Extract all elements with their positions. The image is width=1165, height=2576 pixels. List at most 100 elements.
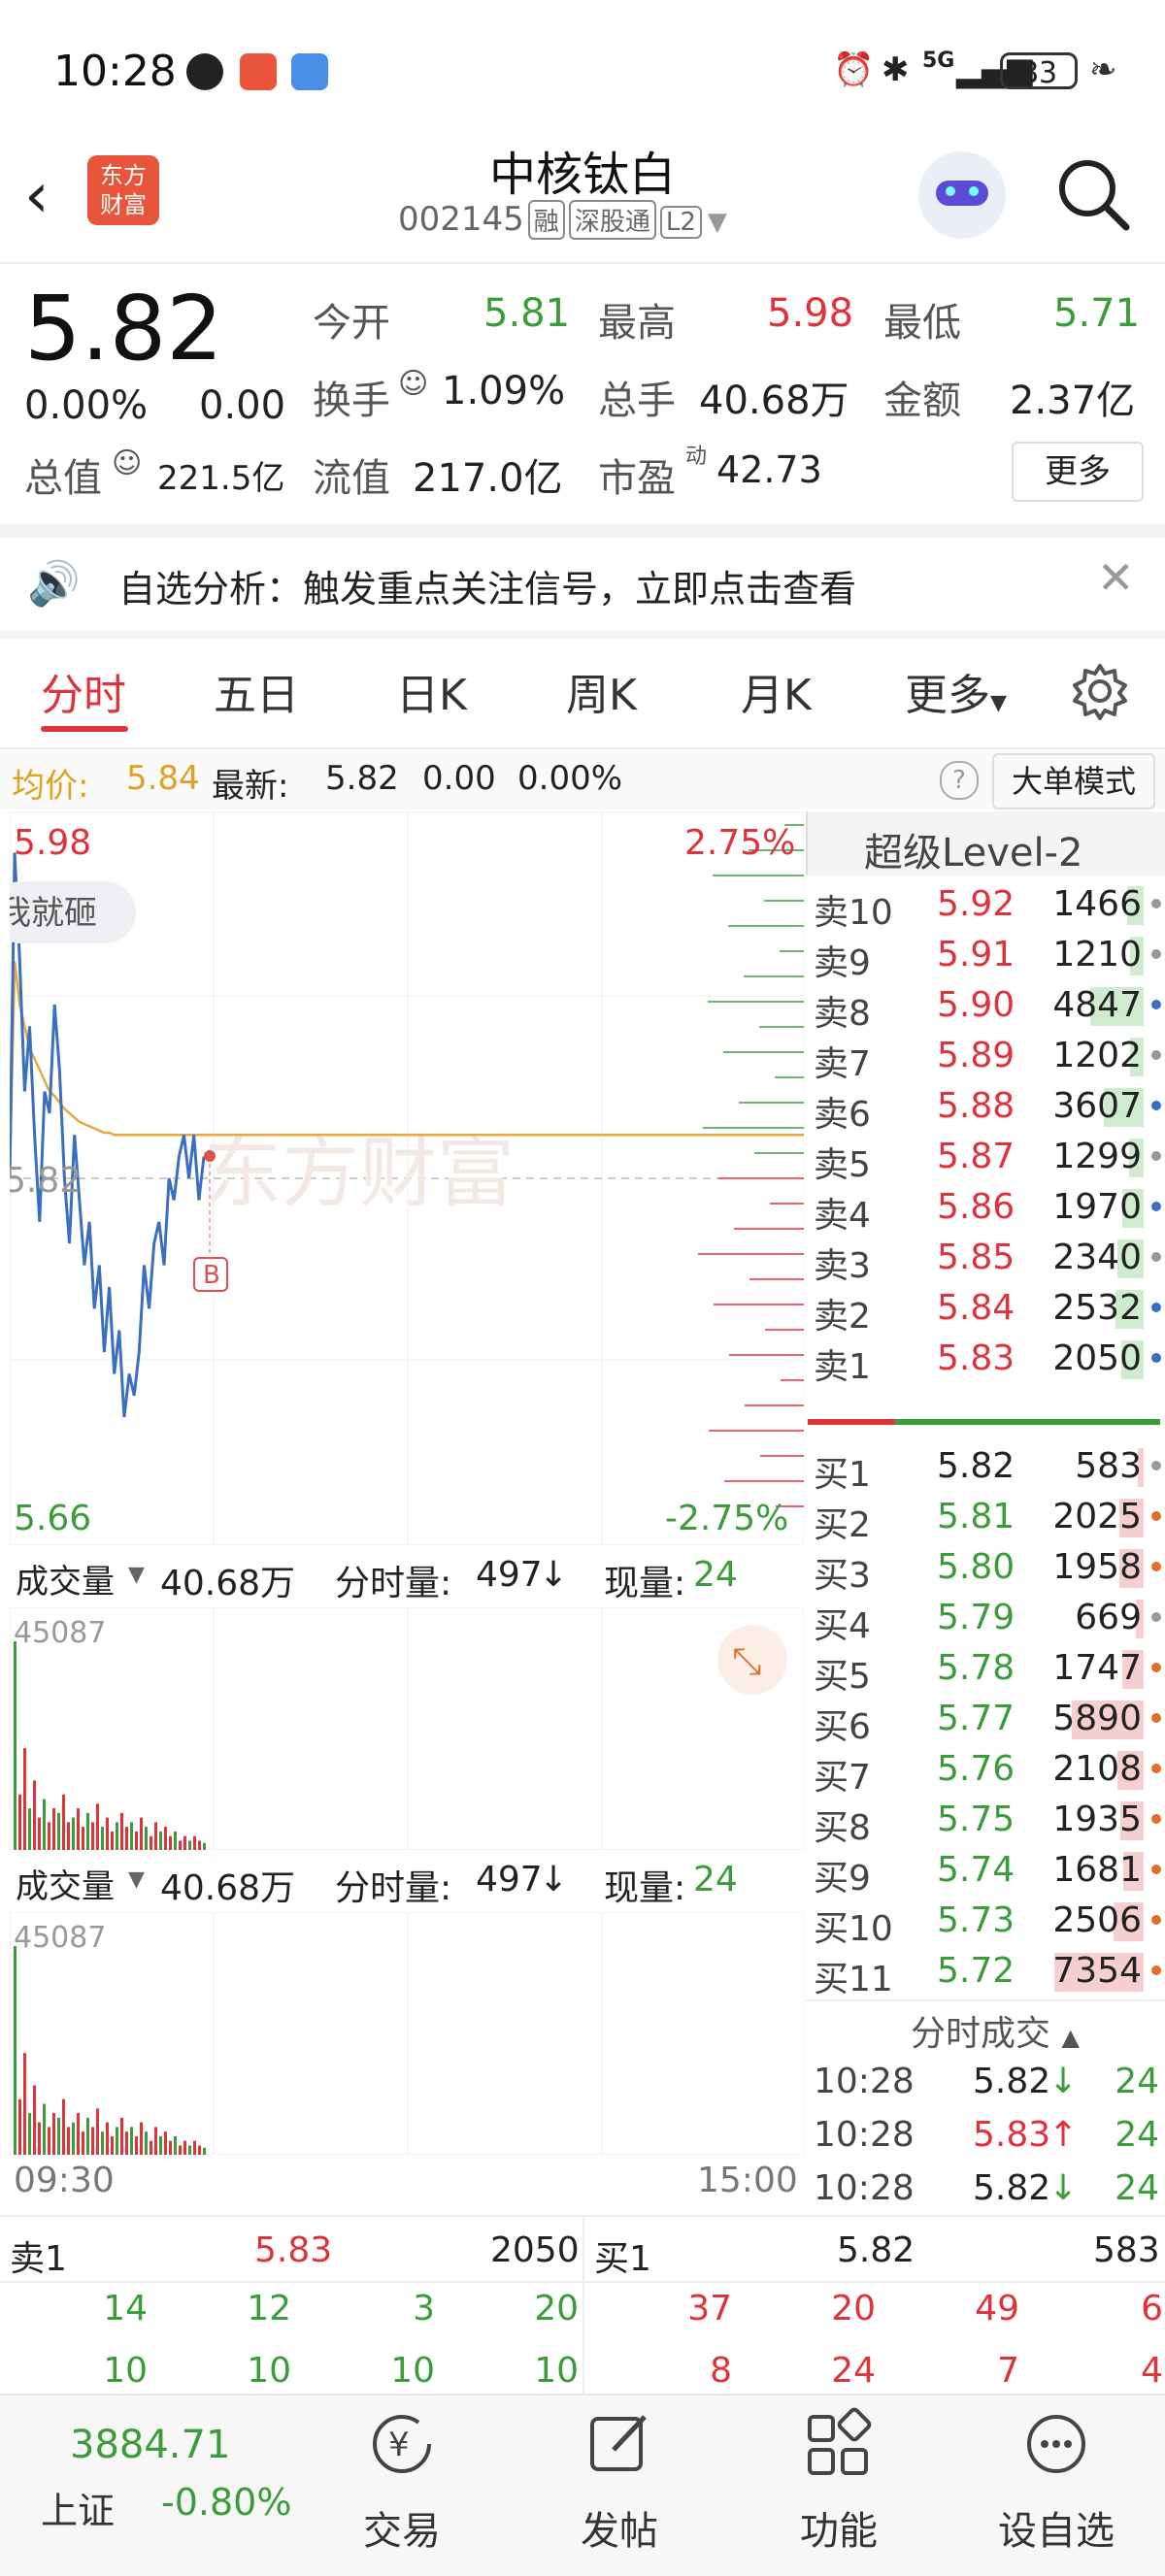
volume-bar (183, 1835, 186, 1850)
buy-volume: 1681 (1052, 1850, 1142, 1890)
volume-bar (43, 1799, 46, 1850)
sell-order-row[interactable]: 卖8 5.90 4847 (806, 979, 1165, 1034)
volume-chart-1[interactable]: 45087 ⤡ (10, 1607, 804, 1850)
close-icon[interactable]: ✕ (1097, 551, 1135, 604)
tab-more-label: 更多 (905, 671, 990, 720)
tab-intraday[interactable]: 分时 (41, 660, 126, 722)
trade-icon[interactable]: ¥ (363, 2405, 441, 2483)
down-arrow-icon: ↓ (539, 1555, 569, 1595)
sell-price: 5.90 (937, 985, 1015, 1025)
sell-price: 5.86 (937, 1187, 1015, 1227)
order-dot-icon (1151, 1101, 1161, 1110)
volume-bar (23, 2053, 26, 2155)
tab-weekly-k[interactable]: 周K (566, 660, 637, 722)
buy-order-row[interactable]: 买8 5.75 1935 (806, 1794, 1165, 1848)
buy-order-row[interactable]: 买4 5.79 669 (806, 1592, 1165, 1646)
sell-order-row[interactable]: 卖1 5.83 2050 (806, 1333, 1165, 1387)
level2-title: 超级Level-2 (864, 831, 1083, 875)
assistant-robot-icon[interactable] (918, 151, 1006, 239)
index-change[interactable]: -0.80% (161, 2481, 291, 2524)
volume-chart-2[interactable]: 45087 (10, 1912, 804, 2155)
level2-header[interactable]: 超级Level-2 (806, 811, 1165, 875)
prev-close-label: 5.82 (10, 1161, 82, 1201)
buy-level-label: 买5 (814, 1657, 871, 1697)
bq-buy-trade: 6 (1141, 2289, 1163, 2328)
sell-order-row[interactable]: 卖5 5.87 1299 (806, 1131, 1165, 1185)
trades-title[interactable]: 分时成交 ▲ (911, 2005, 1080, 2056)
bq-sell1-vol: 2050 (490, 2230, 580, 2270)
min-volume: 497 (476, 1555, 543, 1595)
sell-volume: 2532 (1052, 1288, 1142, 1328)
post-icon[interactable] (581, 2405, 658, 2483)
volume-label[interactable]: 成交量 (16, 1555, 115, 1602)
add-watchlist-icon[interactable] (1017, 2405, 1095, 2483)
trade-time: 10:28 (814, 2062, 915, 2101)
order-dot-icon (1151, 1461, 1161, 1470)
buy-order-row[interactable]: 买11 5.72 7354 (806, 1945, 1165, 1999)
more-button[interactable]: 更多 (1012, 442, 1144, 502)
trade-volume: 24 (1115, 2168, 1159, 2208)
tab-more[interactable]: 更多▼ (905, 660, 1007, 722)
tab-daily-k[interactable]: 日K (396, 660, 467, 722)
tab-monthly-k[interactable]: 月K (741, 660, 812, 722)
dropdown-icon[interactable]: ▼ (128, 1563, 145, 1587)
buy-level-label: 买10 (814, 1909, 893, 1949)
nav-add-watchlist[interactable]: 设自选 (979, 2499, 1134, 2556)
volume-bar (140, 2122, 143, 2155)
volume-label[interactable]: 成交量 (16, 1860, 115, 1907)
mktcap-label[interactable]: 总值 (24, 446, 102, 503)
info-icon[interactable]: ☺ (398, 367, 428, 401)
sell-order-row[interactable]: 卖10 5.92 1466 (806, 878, 1165, 933)
sell-order-row[interactable]: 卖7 5.89 1202 (806, 1030, 1165, 1084)
info-icon-2[interactable]: ☺ (112, 446, 142, 480)
sell-order-row[interactable]: 卖6 5.88 3607 (806, 1080, 1165, 1135)
divider-vertical (582, 2217, 584, 2394)
buy-order-row[interactable]: 买5 5.78 1747 (806, 1642, 1165, 1697)
index-name[interactable]: 上证 (41, 2481, 115, 2534)
dropdown-icon[interactable]: ▼ (128, 1867, 145, 1892)
volume-bar (18, 1794, 21, 1850)
nav-trade[interactable]: 交易 (324, 2499, 480, 2556)
intraday-price-chart[interactable]: 东方财富 B 我就砸 5.98 5.82 5.66 2.75% -2.75% (10, 811, 804, 1545)
sell-order-row[interactable]: 卖3 5.85 2340 (806, 1232, 1165, 1286)
stock-code-line[interactable]: 002145 融深股通 L2 ▼ (398, 200, 727, 240)
tab-five-day[interactable]: 五日 (214, 660, 299, 722)
volume-bar (62, 1794, 65, 1850)
help-icon[interactable]: ? (940, 761, 979, 800)
volume-bar (86, 2117, 89, 2155)
volume-bar (150, 2140, 152, 2155)
volume-bar (86, 1812, 89, 1850)
buy-order-row[interactable]: 买3 5.80 1958 (806, 1541, 1165, 1596)
big-order-mode-button[interactable]: 大单模式 (992, 753, 1155, 809)
buy-order-row[interactable]: 买9 5.74 1681 (806, 1844, 1165, 1899)
order-dot-icon (1151, 1252, 1161, 1262)
svg-text:¥: ¥ (388, 2426, 410, 2464)
order-dot-icon (1151, 1663, 1161, 1672)
buy-volume: 583 (1075, 1446, 1142, 1486)
banner-text[interactable]: 自选分析：触发重点关注信号，立即点击查看 (118, 559, 856, 612)
volume-bar (130, 1822, 133, 1850)
turnover-label[interactable]: 换手 (313, 369, 390, 425)
buy-order-row[interactable]: 买1 5.82 583 (806, 1440, 1165, 1495)
search-icon[interactable] (1054, 155, 1132, 233)
volume-bar (145, 2131, 148, 2155)
alarm-icon: ⏰ (833, 50, 875, 89)
settings-gear-icon[interactable] (1071, 662, 1129, 720)
divider (0, 262, 1165, 264)
buy-order-row[interactable]: 买7 5.76 2108 (806, 1743, 1165, 1798)
sell-price: 5.84 (937, 1288, 1015, 1328)
features-grid-icon[interactable] (800, 2405, 878, 2483)
volume-value: 40.68万 (699, 379, 849, 423)
volume-bar (125, 2131, 128, 2155)
sell-order-row[interactable]: 卖2 5.84 2532 (806, 1282, 1165, 1337)
order-dot-icon (1151, 1050, 1161, 1060)
nav-features[interactable]: 功能 (761, 2499, 916, 2556)
buy-order-row[interactable]: 买10 5.73 2506 (806, 1895, 1165, 1949)
index-value[interactable]: 3884.71 (70, 2423, 230, 2467)
nav-post[interactable]: 发帖 (542, 2499, 697, 2556)
sell-order-row[interactable]: 卖4 5.86 1970 (806, 1181, 1165, 1236)
buy-order-row[interactable]: 买6 5.77 5890 (806, 1693, 1165, 1747)
buy-order-row[interactable]: 买2 5.81 2025 (806, 1491, 1165, 1545)
sell-order-row[interactable]: 卖9 5.91 1210 (806, 929, 1165, 983)
buy-level-label: 买7 (814, 1758, 871, 1798)
